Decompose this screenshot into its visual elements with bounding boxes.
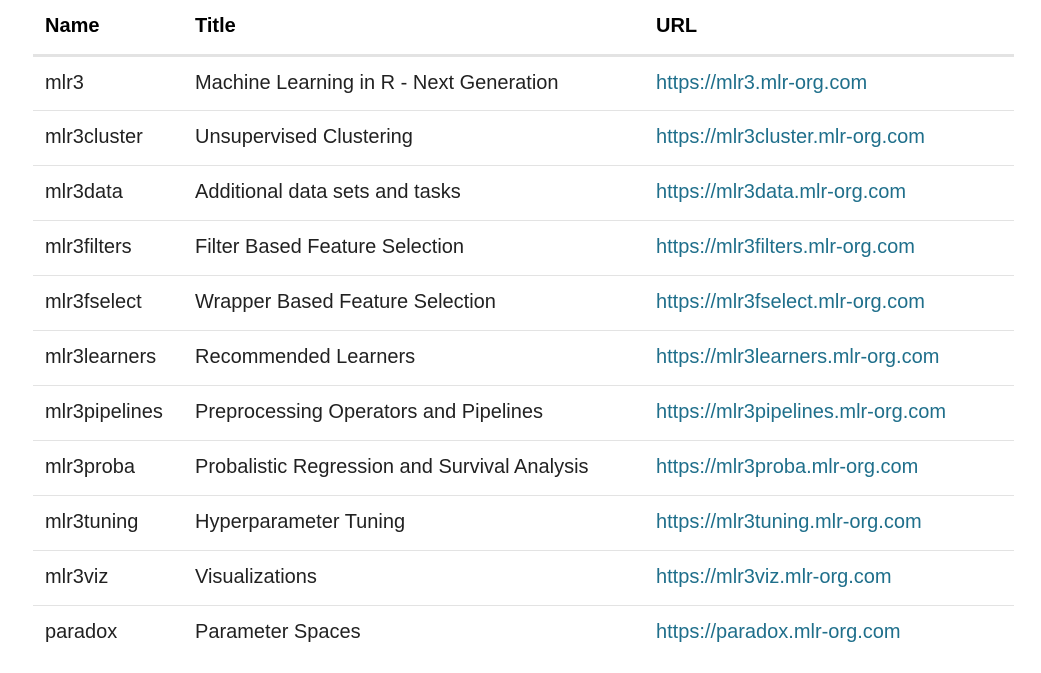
cell-name: mlr3viz — [33, 550, 183, 606]
cell-title: Hyperparameter Tuning — [183, 495, 644, 551]
table-row: mlr3viz Visualizations https://mlr3viz.m… — [33, 550, 1014, 606]
url-link[interactable]: https://mlr3data.mlr-org.com — [656, 181, 906, 203]
cell-name: mlr3filters — [33, 220, 183, 276]
cell-name: mlr3data — [33, 165, 183, 221]
cell-name: mlr3learners — [33, 330, 183, 386]
cell-title: Visualizations — [183, 550, 644, 606]
cell-url: https://mlr3learners.mlr-org.com — [644, 330, 1014, 386]
cell-title: Recommended Learners — [183, 330, 644, 386]
url-link[interactable]: https://mlr3.mlr-org.com — [656, 72, 867, 94]
table-row: mlr3proba Probalistic Regression and Sur… — [33, 440, 1014, 496]
cell-name: mlr3pipelines — [33, 385, 183, 441]
cell-url: https://mlr3data.mlr-org.com — [644, 165, 1014, 221]
cell-url: https://mlr3filters.mlr-org.com — [644, 220, 1014, 276]
cell-url: https://mlr3cluster.mlr-org.com — [644, 110, 1014, 166]
cell-url: https://mlr3tuning.mlr-org.com — [644, 495, 1014, 551]
column-header-title: Title — [183, 0, 644, 57]
url-link[interactable]: https://mlr3tuning.mlr-org.com — [656, 511, 922, 533]
url-link[interactable]: https://mlr3pipelines.mlr-org.com — [656, 401, 946, 423]
column-header-name: Name — [33, 0, 183, 57]
cell-name: mlr3cluster — [33, 110, 183, 166]
url-link[interactable]: https://mlr3proba.mlr-org.com — [656, 456, 918, 478]
table-header: Name Title URL — [33, 0, 1014, 57]
cell-name: mlr3proba — [33, 440, 183, 496]
cell-name: paradox — [45, 621, 118, 644]
cell-url: https://mlr3viz.mlr-org.com — [644, 550, 1014, 606]
cell-url: https://paradox.mlr-org.com — [644, 605, 1014, 660]
table-row: mlr3cluster Unsupervised Clustering http… — [33, 110, 1014, 166]
cell-title: Wrapper Based Feature Selection — [183, 275, 644, 331]
cell-name: mlr3tuning — [33, 495, 183, 551]
cell-title: Preprocessing Operators and Pipelines — [183, 385, 644, 441]
cell-title: Probalistic Regression and Survival Anal… — [183, 440, 644, 496]
url-link[interactable]: https://mlr3viz.mlr-org.com — [656, 566, 892, 588]
table-row: mlr3learners Recommended Learners https:… — [33, 330, 1014, 386]
url-link[interactable]: https://mlr3filters.mlr-org.com — [656, 236, 915, 258]
cell-title: Machine Learning in R - Next Generation — [183, 55, 644, 111]
table-row: mlr3fselect Wrapper Based Feature Select… — [33, 275, 1014, 331]
table-row: mlr3data Additional data sets and tasks … — [33, 165, 1014, 221]
cell-url: https://mlr3pipelines.mlr-org.com — [644, 385, 1014, 441]
cell-url: https://mlr3.mlr-org.com — [644, 55, 1014, 111]
package-table-container: Name Title URL mlr3 Machine Learning in … — [33, 0, 1014, 660]
table-row: paradox Parameter Spaces https://paradox… — [33, 605, 1014, 660]
table-row: mlr3filters Filter Based Feature Selecti… — [33, 220, 1014, 276]
cell-title: Filter Based Feature Selection — [183, 220, 644, 276]
table-body: mlr3 Machine Learning in R - Next Genera… — [33, 55, 1014, 660]
table-row: mlr3pipelines Preprocessing Operators an… — [33, 385, 1014, 441]
cell-title: Additional data sets and tasks — [183, 165, 644, 221]
table-row: mlr3 Machine Learning in R - Next Genera… — [33, 55, 1014, 111]
url-link[interactable]: https://mlr3learners.mlr-org.com — [656, 346, 939, 368]
cell-url: https://mlr3proba.mlr-org.com — [644, 440, 1014, 496]
url-link[interactable]: https://paradox.mlr-org.com — [656, 621, 901, 643]
table-row: mlr3tuning Hyperparameter Tuning https:/… — [33, 495, 1014, 551]
package-table: Name Title URL mlr3 Machine Learning in … — [33, 0, 1014, 660]
column-header-url: URL — [644, 0, 1014, 57]
cell-name: mlr3fselect — [33, 275, 183, 331]
cell-name: mlr3 — [33, 55, 183, 111]
cell-url: https://mlr3fselect.mlr-org.com — [644, 275, 1014, 331]
url-link[interactable]: https://mlr3cluster.mlr-org.com — [656, 126, 925, 148]
cell-title: Unsupervised Clustering — [183, 110, 644, 166]
header-row: Name Title URL — [33, 0, 1014, 57]
url-link[interactable]: https://mlr3fselect.mlr-org.com — [656, 291, 925, 313]
cell-title: Parameter Spaces — [195, 621, 361, 644]
